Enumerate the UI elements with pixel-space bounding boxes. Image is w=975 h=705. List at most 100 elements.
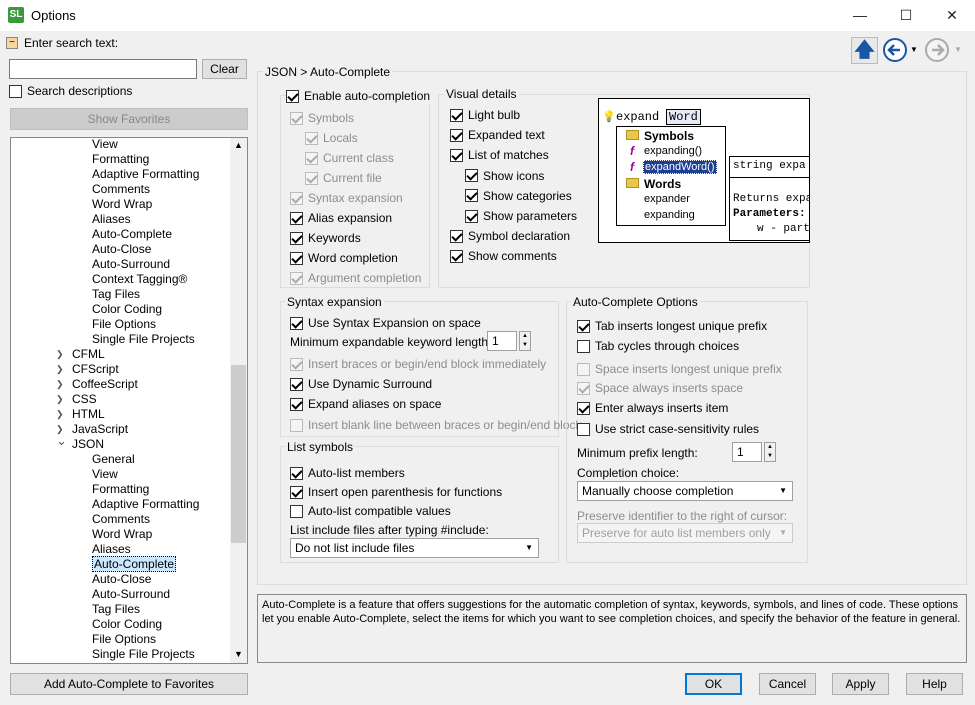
clear-button[interactable]: Clear (202, 59, 247, 79)
min-keyword-length-input[interactable]: 1 (487, 331, 517, 351)
tree-scrollbar[interactable]: ▲ ▼ (230, 138, 247, 663)
tree-item[interactable]: CFScript (72, 362, 119, 377)
option-checkbox[interactable]: Tab inserts longest unique prefix (577, 318, 767, 334)
checkbox-box[interactable] (290, 418, 303, 432)
tree-item[interactable]: Auto-Complete (92, 556, 177, 572)
checkbox-box[interactable] (290, 271, 303, 285)
tree-item[interactable]: Formatting (92, 152, 149, 167)
option-checkbox[interactable]: Keywords (290, 230, 361, 246)
enable-autocompletion-checkbox[interactable]: Enable auto-completion (286, 88, 433, 104)
checkbox-box[interactable] (290, 191, 303, 205)
checkbox-box[interactable] (290, 357, 303, 371)
checkbox-box[interactable] (305, 131, 318, 145)
option-checkbox[interactable]: Locals (305, 130, 358, 146)
tree-item[interactable]: Adaptive Formatting (92, 167, 199, 182)
checkbox-box[interactable] (290, 111, 303, 125)
tree-item[interactable]: General (92, 452, 135, 467)
option-checkbox[interactable]: Alias expansion (290, 210, 392, 226)
checkbox-box[interactable] (450, 128, 463, 142)
checkbox-box[interactable] (577, 362, 590, 376)
option-checkbox[interactable]: Symbols (290, 110, 354, 126)
collapse-search-icon[interactable]: − (6, 37, 18, 49)
tree-item[interactable]: CoffeeScript (72, 377, 138, 392)
option-checkbox[interactable]: Use strict case-sensitivity rules (577, 421, 759, 437)
checkbox-box[interactable] (290, 377, 303, 391)
scroll-down-icon[interactable]: ▼ (234, 649, 243, 659)
checkbox-box[interactable] (577, 381, 590, 395)
insert-braces-checkbox[interactable]: Insert braces or begin/end block immedia… (290, 356, 546, 372)
tree-item[interactable]: Auto-Surround (92, 257, 170, 272)
checkbox-box[interactable] (286, 89, 299, 103)
option-checkbox[interactable]: Show parameters (465, 208, 577, 224)
option-checkbox[interactable]: Space always inserts space (577, 380, 743, 396)
tree-item[interactable]: Aliases (92, 212, 131, 227)
option-checkbox[interactable]: Light bulb (450, 107, 520, 123)
checkbox-box[interactable] (450, 108, 463, 122)
tree-item[interactable]: Aliases (92, 542, 131, 557)
checkbox-box[interactable] (465, 189, 478, 203)
expand-arrow-icon[interactable]: ❯ (56, 409, 64, 420)
option-checkbox[interactable]: Current class (305, 150, 394, 166)
checkbox-box[interactable] (577, 422, 590, 436)
tree-item[interactable]: HTML (72, 407, 105, 422)
help-button[interactable]: Help (906, 673, 963, 695)
options-tree[interactable]: View Formatting Adaptive Formatting Comment… (10, 137, 248, 664)
tree-item[interactable]: Formatting (92, 482, 149, 497)
checkbox-box[interactable] (290, 504, 303, 518)
maximize-button[interactable]: ☐ (883, 0, 929, 31)
cancel-button[interactable]: Cancel (759, 673, 816, 695)
checkbox-box[interactable] (290, 397, 303, 411)
tree-item[interactable]: Comments (92, 182, 150, 197)
checkbox-box[interactable] (450, 229, 463, 243)
minimize-button[interactable]: — (837, 0, 883, 31)
option-checkbox[interactable]: Tab cycles through choices (577, 338, 739, 354)
scroll-thumb[interactable] (231, 365, 246, 543)
option-checkbox[interactable]: Current file (305, 170, 382, 186)
back-dropdown-icon[interactable]: ▼ (910, 45, 918, 54)
option-checkbox[interactable]: Space inserts longest unique prefix (577, 361, 782, 377)
collapse-arrow-icon[interactable]: ⌄ (56, 433, 67, 449)
checkbox-box[interactable] (290, 231, 303, 245)
search-input[interactable] (9, 59, 197, 79)
search-descriptions-checkbox[interactable]: Search descriptions (9, 83, 132, 99)
option-checkbox[interactable]: Expanded text (450, 127, 545, 143)
completion-choice-dropdown[interactable]: Manually choose completion (577, 481, 793, 501)
tree-item[interactable]: Auto-Close (92, 242, 151, 257)
option-checkbox[interactable]: Symbol declaration (450, 228, 570, 244)
checkbox-box[interactable] (577, 319, 590, 333)
expand-arrow-icon[interactable]: ❯ (56, 379, 64, 390)
tree-item[interactable]: Comments (92, 512, 150, 527)
tree-item[interactable]: Adaptive Formatting (92, 497, 199, 512)
expand-arrow-icon[interactable]: ❯ (56, 364, 64, 375)
scroll-up-icon[interactable]: ▲ (234, 140, 243, 150)
use-syntax-expansion-checkbox[interactable]: Use Syntax Expansion on space (290, 315, 481, 331)
tree-item[interactable]: View (92, 138, 118, 152)
checkbox-box[interactable] (465, 209, 478, 223)
tree-item[interactable]: Color Coding (92, 617, 162, 632)
min-prefix-spinner[interactable]: ▲ ▼ (764, 442, 776, 462)
option-checkbox[interactable]: Argument completion (290, 270, 421, 286)
expand-arrow-icon[interactable]: ❯ (56, 394, 64, 405)
include-files-dropdown[interactable]: Do not list include files (290, 538, 539, 558)
back-arrow-icon[interactable] (881, 37, 908, 64)
tree-item[interactable]: JSON (72, 437, 104, 452)
tree-item[interactable]: File Options (92, 632, 156, 647)
apply-button[interactable]: Apply (832, 673, 889, 695)
checkbox-box[interactable] (465, 169, 478, 183)
checkbox-box[interactable] (577, 339, 590, 353)
expand-arrow-icon[interactable]: ❯ (56, 349, 64, 360)
option-checkbox[interactable]: Auto-list members (290, 465, 405, 481)
option-checkbox[interactable]: Show categories (465, 188, 572, 204)
checkbox-box[interactable] (305, 151, 318, 165)
checkbox-box[interactable] (450, 148, 463, 162)
option-checkbox[interactable]: Show comments (450, 248, 557, 264)
tree-item[interactable]: Color Coding (92, 302, 162, 317)
tree-item[interactable]: Word Wrap (92, 527, 152, 542)
add-to-favorites-button[interactable]: Add Auto-Complete to Favorites (10, 673, 248, 695)
checkbox-box[interactable] (290, 316, 303, 330)
checkbox-box[interactable] (290, 485, 303, 499)
option-checkbox[interactable]: Word completion (290, 250, 398, 266)
option-checkbox[interactable]: Syntax expansion (290, 190, 403, 206)
checkbox-box[interactable] (577, 401, 590, 415)
tree-item[interactable]: Auto-Complete (92, 227, 172, 242)
